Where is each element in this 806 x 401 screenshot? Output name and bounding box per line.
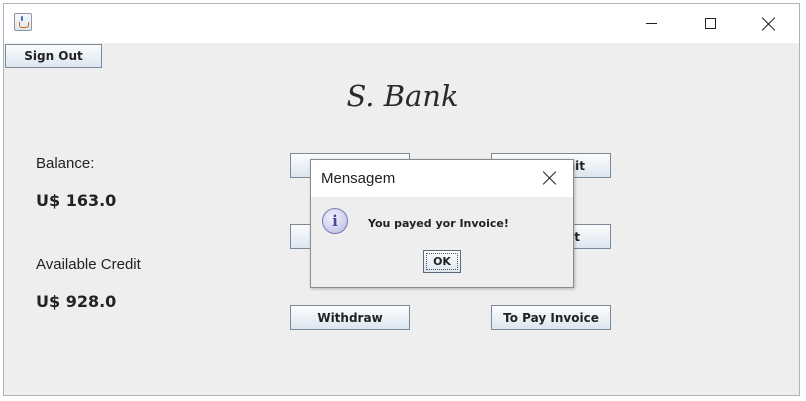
pay-invoice-button[interactable]: To Pay Invoice — [491, 305, 611, 330]
close-button[interactable] — [746, 4, 792, 43]
minimize-button[interactable] — [628, 4, 674, 43]
ok-button[interactable]: OK — [423, 250, 461, 273]
balance-label: Balance: — [36, 155, 95, 172]
balance-value: U$ 163.0 — [36, 191, 117, 210]
dialog-close-icon[interactable] — [543, 171, 557, 185]
java-cup-icon[interactable] — [14, 13, 32, 31]
dialog-title-bar: Mensagem — [311, 160, 573, 197]
close-icon — [762, 17, 776, 31]
maximize-button[interactable] — [687, 4, 733, 43]
maximize-icon — [704, 18, 716, 29]
dialog-message: You payed yor Invoice! — [368, 217, 509, 230]
info-icon: i — [322, 208, 348, 234]
credit-label: Available Credit — [36, 256, 141, 273]
sign-out-button[interactable]: Sign Out — [5, 44, 102, 68]
page-title: S. Bank — [346, 79, 459, 113]
credit-value: U$ 928.0 — [36, 292, 117, 311]
withdraw-button[interactable]: Withdraw — [290, 305, 410, 330]
dialog-title: Mensagem — [321, 170, 396, 187]
title-bar — [4, 4, 799, 43]
minimize-icon — [645, 23, 657, 24]
message-dialog: Mensagem i You payed yor Invoice! OK — [310, 159, 574, 288]
